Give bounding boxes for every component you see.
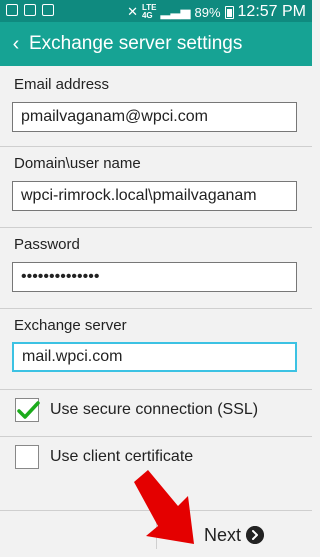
battery-icon [224, 5, 234, 19]
ssl-label: Use secure connection (SSL) [50, 401, 259, 418]
page-title: Exchange server settings [29, 33, 243, 54]
username-label: Domain\user name [14, 155, 141, 172]
status-time: 12:57 PM [237, 3, 306, 20]
exchange-server-label: Exchange server [14, 317, 127, 334]
exchange-server-input[interactable] [12, 342, 297, 372]
annotation-arrow [134, 470, 194, 544]
battery-percentage: 89% [194, 4, 221, 20]
back-icon[interactable]: ‹ [6, 22, 26, 66]
client-certificate-checkbox[interactable] [15, 445, 39, 469]
network-type: LTE 4G [142, 4, 157, 20]
next-arrow-icon [246, 526, 264, 544]
email-label: Email address [14, 76, 110, 93]
exchange-server-field-group: Exchange server [0, 309, 312, 389]
signal-icon: ▂▃▅ [160, 4, 191, 19]
email-input[interactable] [12, 102, 297, 132]
notification-icons [6, 4, 54, 16]
password-input[interactable] [12, 262, 297, 292]
briefcase-notification-icon [42, 4, 54, 16]
email-notification-icon [6, 4, 18, 16]
status-bar: ✕ LTE 4G ▂▃▅ 89% 12:57 PM [0, 0, 312, 22]
email-field-group: Email address [0, 66, 312, 146]
check-icon [17, 401, 40, 419]
password-field-group: Password [0, 228, 312, 308]
mute-icon: ✕ [127, 4, 138, 19]
network-type-bottom: 4G [141, 11, 153, 20]
app-bar: ‹ Exchange server settings [0, 22, 312, 66]
system-status: ✕ LTE 4G ▂▃▅ 89% 12:57 PM [127, 3, 306, 21]
ssl-checkbox[interactable] [15, 398, 40, 422]
gmail-notification-icon [24, 4, 36, 16]
username-input[interactable] [12, 181, 297, 211]
password-label: Password [14, 236, 80, 253]
settings-form: Email address Domain\user name Password … [0, 66, 312, 512]
ssl-option-row[interactable]: Use secure connection (SSL) [0, 390, 312, 434]
username-field-group: Domain\user name [0, 147, 312, 227]
client-certificate-label: Use client certificate [50, 448, 194, 465]
